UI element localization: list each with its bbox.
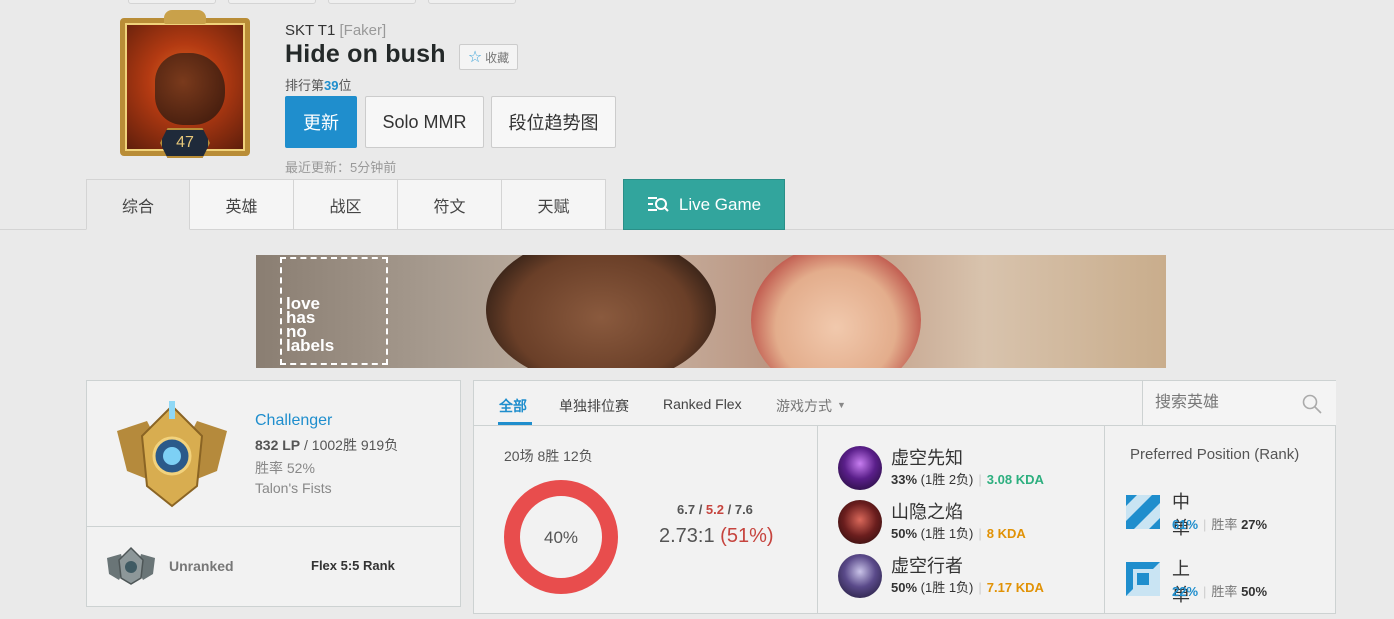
challenger-emblem [117, 401, 227, 508]
league-name: Talon's Fists [255, 480, 332, 496]
tab-all-queues[interactable]: 全部 [499, 396, 527, 416]
champion-portrait [838, 500, 882, 544]
rank-winrate: 胜率 52% [255, 460, 315, 476]
refresh-button[interactable]: 更新 [285, 96, 357, 148]
games-summary: 20场 8胜 12负 [504, 448, 593, 464]
section-divider [1104, 426, 1105, 614]
banner-logo-text: love has no labels [286, 294, 335, 355]
donut-label: 40% [544, 528, 578, 547]
champion-search-input[interactable] [1143, 381, 1293, 425]
tab-champions[interactable]: 英雄 [190, 179, 294, 230]
tab-league[interactable]: 战区 [294, 179, 398, 230]
winrate-donut: 40% [504, 480, 618, 594]
mid-lane-icon [1126, 495, 1160, 529]
team-label: SKT T1 [Faker] [285, 22, 387, 39]
search-icon[interactable] [1302, 394, 1322, 414]
favorite-button[interactable]: ☆ 收藏 [459, 44, 518, 70]
ladder-rank: 排行第39位 [285, 78, 352, 93]
champion-search [1142, 381, 1336, 426]
queue-filter-tabs: 全部 单独排位赛 Ranked Flex 游戏方式 ▼ [474, 381, 1142, 426]
rank-divider [87, 526, 460, 527]
tab-overview[interactable]: 综合 [86, 179, 190, 230]
kda-ratio: 2.73:1 (51%) [659, 525, 774, 547]
tab-masteries[interactable]: 天赋 [502, 179, 606, 230]
tab-solo-ranked[interactable]: 单独排位赛 [559, 396, 629, 416]
league-points: 832 LP / 1002胜 919负 [255, 437, 399, 453]
rank-card: Challenger 832 LP / 1002胜 919负 胜率 52% Ta… [86, 380, 461, 607]
tier-graph-button[interactable]: 段位趋势图 [491, 96, 616, 148]
unranked-emblem [107, 546, 155, 585]
star-icon: ☆ [467, 49, 483, 66]
banner-photo-person-2 [751, 255, 921, 368]
banner-photo-person-1 [486, 255, 716, 368]
average-kda: 6.7 / 5.2 / 7.6 [677, 502, 753, 517]
champion-portrait [838, 554, 882, 598]
tier-name: Challenger [255, 412, 333, 429]
summoner-name: Hide on bush [285, 40, 446, 68]
champion-portrait [838, 446, 882, 490]
profile-tabs: 综合 英雄 战区 符文 天赋 [86, 179, 606, 230]
live-game-button[interactable]: Live Game [623, 179, 785, 230]
tab-runes[interactable]: 符文 [398, 179, 502, 230]
ad-banner[interactable]: love has no labels [256, 255, 1166, 368]
live-search-icon [647, 196, 669, 212]
game-summary-card: 全部 单独排位赛 Ranked Flex 游戏方式▼ 20场 8胜 12负 40… [473, 380, 1336, 614]
last-update: 最近更新：5分钟前 [285, 160, 397, 175]
solo-mmr-button[interactable]: Solo MMR [365, 96, 484, 148]
profile-icon: 47 [112, 10, 258, 160]
top-nav-stubs [128, 0, 516, 4]
game-mode-dropdown[interactable]: 游戏方式 ▼ [776, 396, 846, 416]
section-divider [817, 426, 818, 614]
flex-rank-title: Flex 5:5 Rank [311, 558, 395, 573]
tab-ranked-flex[interactable]: Ranked Flex [663, 396, 742, 412]
top-lane-icon [1126, 562, 1160, 596]
active-tab-indicator [498, 422, 532, 425]
caret-down-icon: ▼ [837, 400, 846, 410]
summoner-level: 47 [160, 128, 210, 158]
flex-rank-status: Unranked [169, 558, 234, 574]
preferred-position-title: Preferred Position (Rank) [1130, 446, 1300, 463]
